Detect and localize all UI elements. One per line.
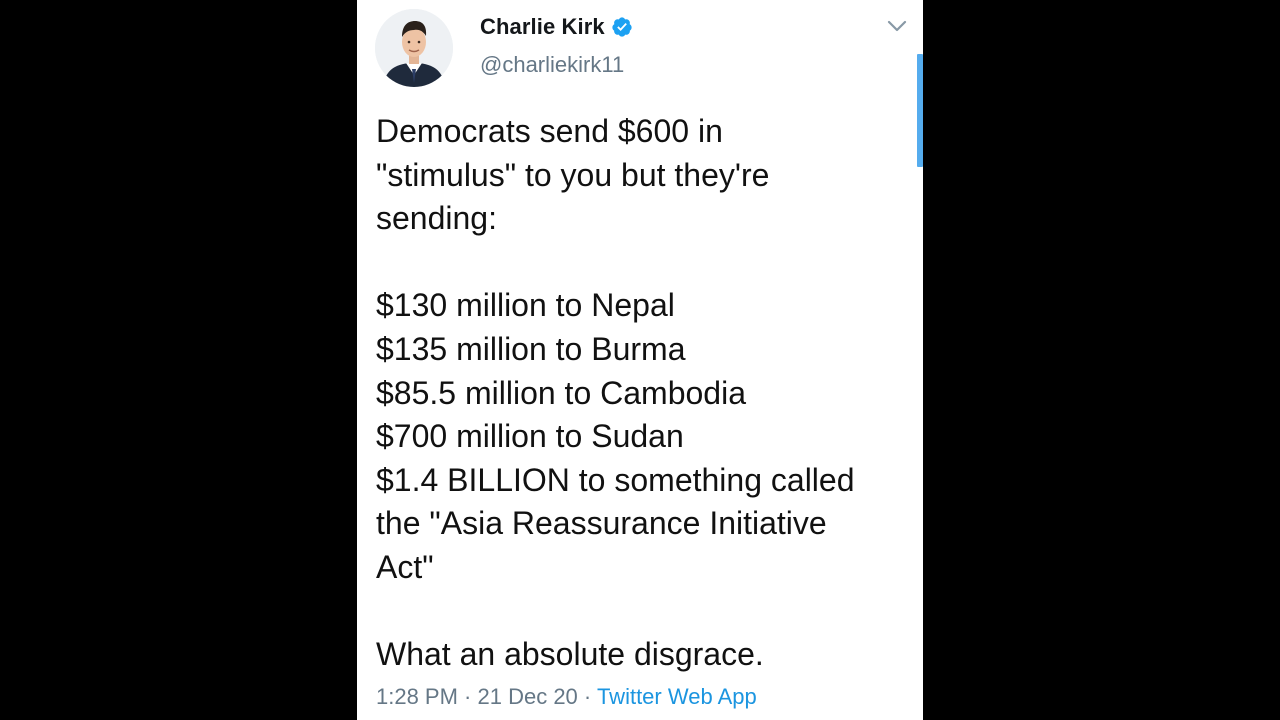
- tweet-text-line: "stimulus" to you but they're: [376, 156, 770, 193]
- scrollbar-thumb[interactable]: [917, 54, 923, 167]
- tweet-text-line: $135 million to Burma: [376, 330, 686, 367]
- tweet-text-line: $85.5 million to Cambodia: [376, 374, 746, 411]
- tweet-text: Democrats send $600 in "stimulus" to you…: [376, 110, 906, 677]
- chevron-down-icon[interactable]: [885, 14, 909, 38]
- meta-separator: ·: [457, 684, 478, 709]
- display-name[interactable]: Charlie Kirk: [480, 14, 605, 40]
- tweet-text-line: Act": [376, 548, 434, 585]
- author-handle[interactable]: @charliekirk11: [480, 52, 624, 78]
- tweet-text-line: $1.4 BILLION to something called: [376, 461, 855, 498]
- tweet-text-line: $130 million to Nepal: [376, 287, 675, 324]
- avatar[interactable]: [375, 9, 453, 87]
- tweet-text-line: the "Asia Reassurance Initiative: [376, 505, 827, 542]
- meta-separator: ·: [577, 684, 597, 709]
- tweet-card: Charlie Kirk @charliekirk11 Democrats se…: [357, 0, 923, 720]
- tweet-time[interactable]: 1:28 PM: [376, 684, 458, 709]
- tweet-text-line: sending:: [376, 200, 497, 237]
- author-name-row: Charlie Kirk: [480, 12, 633, 42]
- profile-photo-icon: [375, 9, 453, 87]
- tweet-meta: 1:28 PM · 21 Dec 20 · Twitter Web App: [376, 684, 757, 710]
- tweet-date[interactable]: 21 Dec 20: [478, 684, 578, 709]
- verified-badge-icon: [611, 16, 633, 38]
- tweet-text-line: Democrats send $600 in: [376, 113, 723, 149]
- tweet-source-link[interactable]: Twitter Web App: [597, 684, 757, 709]
- tweet-text-line: What an absolute disgrace.: [376, 636, 764, 673]
- video-frame: Charlie Kirk @charliekirk11 Democrats se…: [0, 0, 1280, 720]
- tweet-text-line: $700 million to Sudan: [376, 418, 684, 455]
